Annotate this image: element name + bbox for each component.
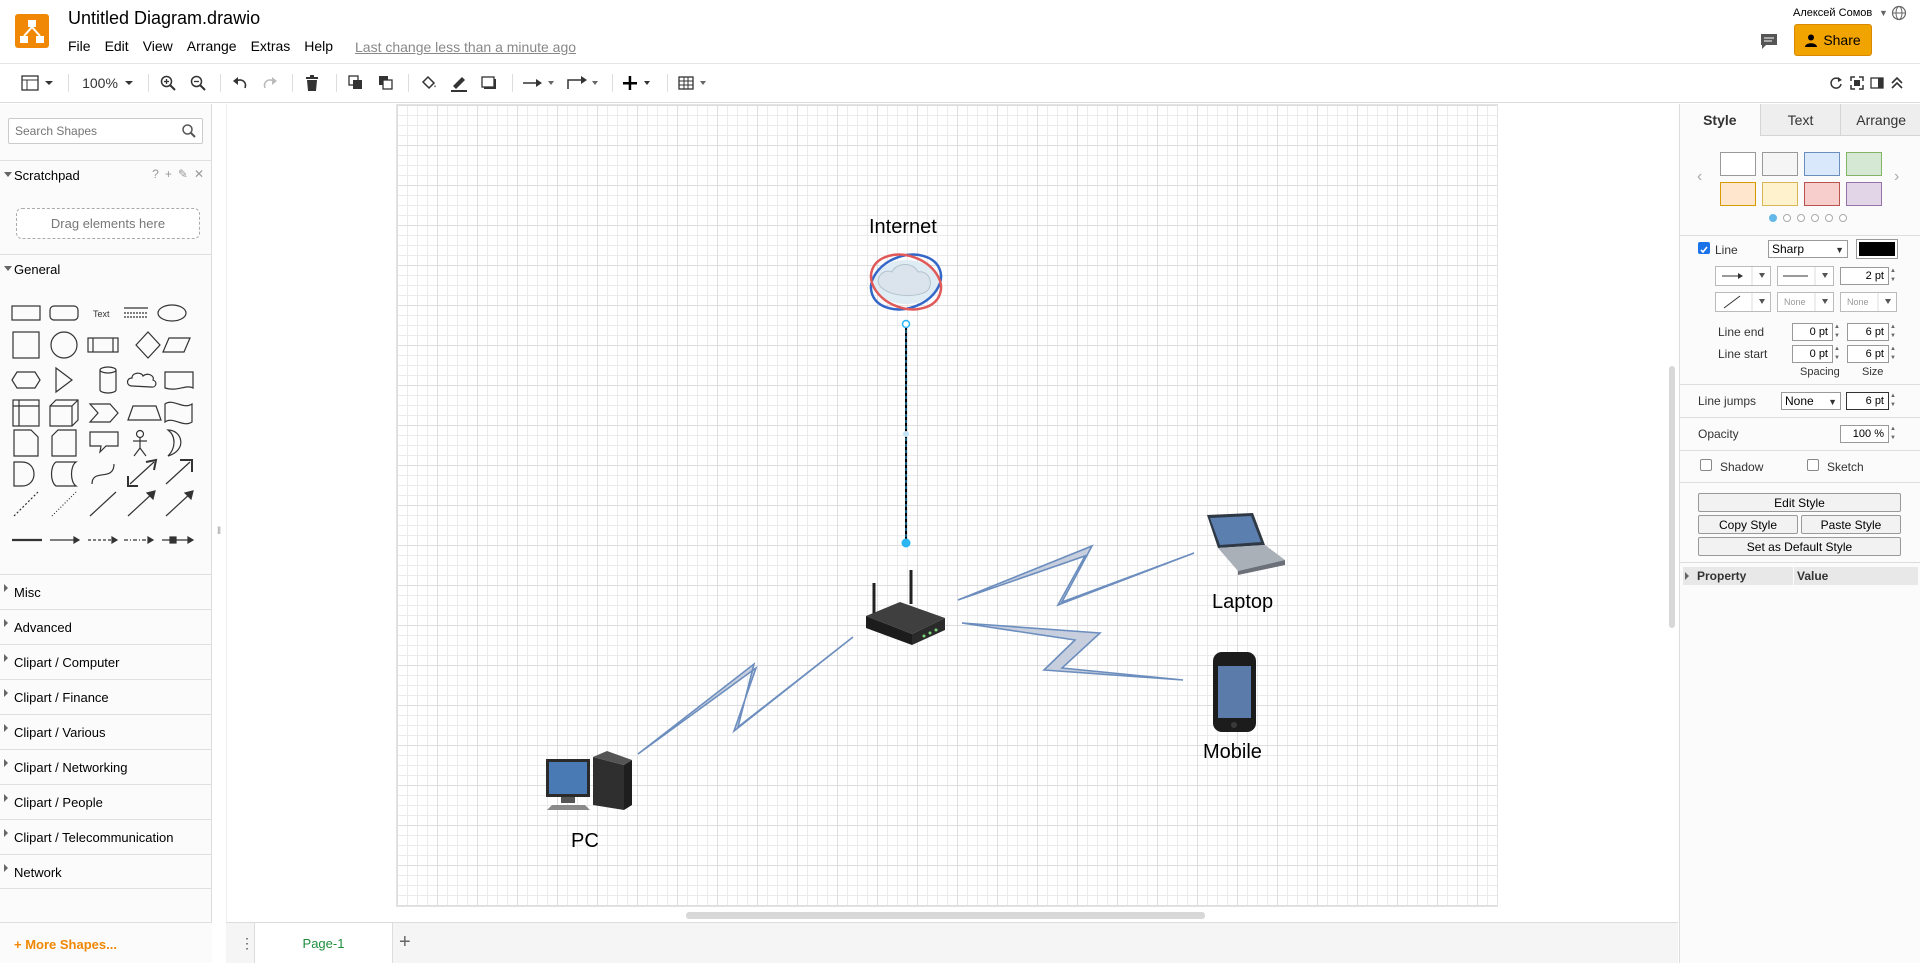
spinner[interactable]: ▲ ▼	[1890, 392, 1898, 410]
tab-text[interactable]: Text	[1759, 104, 1841, 136]
edit-style-button[interactable]: Edit Style	[1698, 493, 1901, 512]
swatch-pager	[1769, 214, 1847, 222]
swatch-white[interactable]	[1720, 152, 1756, 176]
line-color-picker[interactable]	[1856, 239, 1898, 259]
divider	[1680, 417, 1920, 418]
value-column: Value	[1797, 569, 1829, 583]
pager-dot[interactable]	[1783, 214, 1791, 222]
divider	[1680, 384, 1920, 385]
tab-style[interactable]: Style	[1680, 104, 1760, 136]
mobile-icon[interactable]	[1213, 652, 1256, 732]
line-checkbox[interactable]	[1698, 242, 1710, 254]
shadow-label: Shadow	[1720, 460, 1764, 474]
line-start-label: Line start	[1718, 347, 1768, 361]
swatch-gray[interactable]	[1762, 152, 1798, 176]
divider	[1680, 450, 1920, 451]
line-width-spinner[interactable]: ▲ ▼	[1890, 267, 1898, 285]
chevron-left-icon[interactable]: ‹	[1697, 168, 1702, 186]
chevron-down-icon: ▼	[1835, 245, 1844, 255]
swatch-purple[interactable]	[1846, 182, 1882, 206]
sketch-label: Sketch	[1827, 460, 1864, 474]
vertical-scrollbar[interactable]	[1669, 366, 1675, 628]
format-panel: Style Text Arrange ‹ › Line Sharp ▼ 2 pt	[1679, 104, 1920, 963]
divider	[1680, 235, 1920, 236]
wireless-link-pc[interactable]	[637, 636, 854, 755]
pager-dot[interactable]	[1811, 214, 1819, 222]
spacing-caption: Spacing	[1800, 366, 1840, 378]
format-tabs: Style Text Arrange	[1680, 104, 1920, 136]
pager-dot[interactable]	[1825, 214, 1833, 222]
router-icon[interactable]	[866, 570, 945, 645]
divider	[1680, 562, 1920, 563]
swatch-blue[interactable]	[1804, 152, 1840, 176]
shadow-checkbox[interactable]	[1700, 459, 1712, 471]
line-start-size-input[interactable]: 6 pt	[1847, 345, 1889, 363]
swatch-orange[interactable]	[1720, 182, 1756, 206]
laptop-icon[interactable]	[1207, 513, 1285, 575]
line-label: Line	[1715, 243, 1738, 257]
spinner[interactable]: ▲ ▼	[1890, 425, 1898, 443]
wireless-link-mobile[interactable]	[961, 622, 1184, 681]
horizontal-scrollbar[interactable]	[686, 912, 1205, 919]
opacity-input[interactable]: 100 %	[1840, 425, 1889, 443]
line-end-size-input[interactable]: 6 pt	[1847, 323, 1889, 341]
line-jumps-size-input[interactable]: 6 pt	[1846, 392, 1889, 410]
internet-globe-icon[interactable]	[863, 245, 948, 318]
size-caption: Size	[1862, 366, 1884, 378]
chevron-right-icon[interactable]: ›	[1894, 168, 1899, 186]
page-tab-1[interactable]: Page-1	[254, 923, 393, 963]
property-column: Property	[1697, 569, 1747, 583]
line-jumps-label: Line jumps	[1698, 394, 1757, 408]
spinner[interactable]: ▲ ▼	[1890, 345, 1898, 363]
laptop-label[interactable]: Laptop	[1212, 591, 1273, 614]
swatch-yellow[interactable]	[1762, 182, 1798, 206]
add-page-button[interactable]: +	[399, 931, 411, 954]
pager-dot[interactable]	[1839, 214, 1847, 222]
opacity-label: Opacity	[1698, 427, 1739, 441]
line-end-dropdown[interactable]: None	[1840, 292, 1897, 312]
chevron-down-icon: ▼	[1828, 397, 1837, 407]
line-style-value: Sharp	[1772, 242, 1805, 256]
line-end-label: Line end	[1718, 325, 1765, 339]
line-style-select[interactable]: Sharp ▼	[1768, 240, 1848, 258]
pager-dot[interactable]	[1769, 214, 1777, 222]
pc-icon[interactable]	[546, 751, 632, 810]
pages-menu-icon[interactable]: ⋮	[240, 935, 254, 952]
tab-arrange[interactable]: Arrange	[1840, 104, 1920, 136]
wireless-link-laptop[interactable]	[957, 544, 1195, 607]
spinner[interactable]: ▲ ▼	[1890, 323, 1898, 341]
set-default-style-button[interactable]: Set as Default Style	[1698, 537, 1901, 556]
edge-handle-middle[interactable]	[903, 431, 909, 437]
mobile-label[interactable]: Mobile	[1203, 741, 1262, 764]
swatch-green[interactable]	[1846, 152, 1882, 176]
line-end-spacing-input[interactable]: 0 pt	[1792, 323, 1833, 341]
pc-label[interactable]: PC	[571, 830, 599, 853]
spinner[interactable]: ▲ ▼	[1834, 345, 1842, 363]
divider	[1680, 482, 1920, 483]
waypoint-style-dropdown[interactable]	[1715, 292, 1771, 312]
line-jumps-select[interactable]: None ▼	[1781, 392, 1841, 410]
column-divider	[1793, 567, 1794, 585]
chevron-right-icon	[1685, 572, 1689, 580]
style-swatches	[1720, 152, 1882, 206]
line-jumps-value: None	[1785, 394, 1814, 408]
line-end-arrow-dropdown[interactable]	[1715, 266, 1771, 286]
line-width-input[interactable]: 2 pt	[1840, 267, 1889, 285]
swatch-red[interactable]	[1804, 182, 1840, 206]
pages-bar: ⋮ Page-1 +	[226, 922, 1678, 963]
diagram-layer	[546, 245, 1285, 810]
line-pattern-dropdown[interactable]	[1777, 266, 1834, 286]
line-start-spacing-input[interactable]: 0 pt	[1792, 345, 1833, 363]
properties-table-header[interactable]: Property Value	[1683, 567, 1918, 585]
pager-dot[interactable]	[1797, 214, 1805, 222]
edge-handle-target[interactable]	[901, 538, 911, 548]
spinner[interactable]: ▲ ▼	[1834, 323, 1842, 341]
internet-label[interactable]: Internet	[869, 216, 937, 239]
line-start-dropdown[interactable]: None	[1777, 292, 1834, 312]
paste-style-button[interactable]: Paste Style	[1801, 515, 1901, 534]
copy-style-button[interactable]: Copy Style	[1698, 515, 1798, 534]
edge-handle-source[interactable]	[901, 319, 911, 329]
sketch-checkbox[interactable]	[1807, 459, 1819, 471]
